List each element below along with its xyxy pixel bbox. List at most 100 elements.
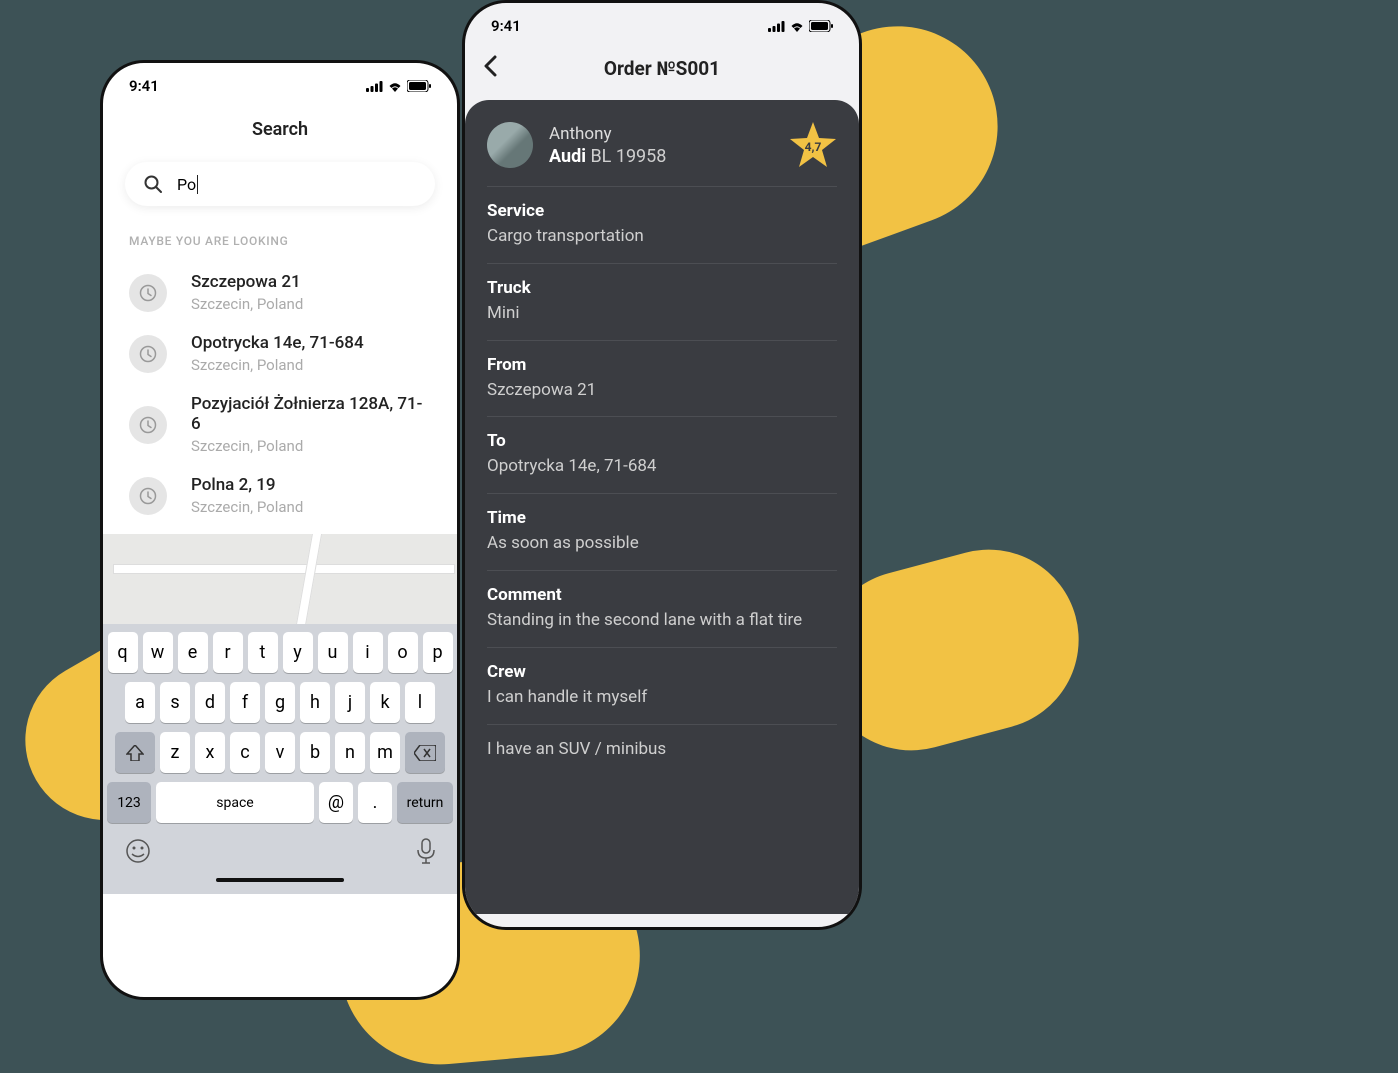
driver-row[interactable]: Anthony Audi BL 19958 4,7 [487,122,837,187]
suggestion-title: Opotrycka 14e, 71-684 [191,333,364,353]
detail-value: Standing in the second lane with a flat … [487,609,837,633]
chevron-left-icon [483,55,497,77]
suggestion-item[interactable]: Polna 2, 19 Szczecin, Poland [103,465,457,526]
letter-key[interactable]: e [178,632,208,673]
order-detail-row: Service Cargo transportation [487,187,837,264]
search-phone-frame: 9:41 Search Po MAYBE YOU ARE LOOKING Szc… [100,60,460,1000]
at-key[interactable]: @ [319,782,353,823]
letter-key[interactable]: x [195,732,225,773]
dot-key[interactable]: . [358,782,392,823]
suggestion-text: Polna 2, 19 Szczecin, Poland [191,475,303,516]
order-body: Anthony Audi BL 19958 4,7 Service Cargo … [465,100,859,914]
page-title: Search [103,101,457,162]
letter-key[interactable]: z [160,732,190,773]
detail-label: From [487,355,837,375]
suggestion-item[interactable]: Opotrycka 14e, 71-684 Szczecin, Poland [103,323,457,384]
home-indicator[interactable] [216,878,344,882]
suggestion-text: Pozyjaciół Żołnierza 128A, 71-6 Szczecin… [191,394,431,455]
letter-key[interactable]: b [300,732,330,773]
shift-icon [126,745,144,761]
rating-value: 4,7 [789,122,837,168]
letter-key[interactable]: q [108,632,138,673]
suggestion-subtitle: Szczecin, Poland [191,437,431,455]
battery-icon [407,80,431,92]
order-phone-frame: 9:41 Order №S001 Anthony Audi BL 19958 [462,0,862,930]
suggestion-text: Opotrycka 14e, 71-684 Szczecin, Poland [191,333,364,374]
driver-name: Anthony [549,124,773,144]
detail-label: To [487,431,837,451]
letter-key[interactable]: p [423,632,453,673]
status-bar: 9:41 [465,3,859,41]
order-detail-row: Comment Standing in the second lane with… [487,571,837,648]
suggestions-hint: MAYBE YOU ARE LOOKING [129,234,431,248]
order-detail-row: Crew I can handle it myself [487,648,837,725]
history-icon [129,477,167,515]
suggestion-item[interactable]: Szczepowa 21 Szczecin, Poland [103,262,457,323]
letter-key[interactable]: v [265,732,295,773]
backspace-key[interactable] [405,732,445,773]
suggestion-text: Szczepowa 21 Szczecin, Poland [191,272,303,313]
detail-label: Time [487,508,837,528]
driver-car: Audi BL 19958 [549,146,773,167]
order-extra-note: I have an SUV / minibus [487,725,837,773]
dictation-key[interactable] [417,838,435,868]
order-title: Order №S001 [604,57,720,80]
return-key[interactable]: return [397,782,453,823]
avatar [487,122,533,168]
microphone-icon [417,838,435,864]
letter-key[interactable]: u [318,632,348,673]
suggestion-item[interactable]: Pozyjaciół Żołnierza 128A, 71-6 Szczecin… [103,384,457,465]
status-icons [768,20,833,32]
letter-key[interactable]: d [195,682,225,723]
order-header: Order №S001 [465,41,859,100]
numeric-key[interactable]: 123 [107,782,151,823]
letter-key[interactable]: r [213,632,243,673]
signal-icon [768,21,785,32]
detail-label: Service [487,201,837,221]
order-detail-row: Truck Mini [487,264,837,341]
letter-key[interactable]: y [283,632,313,673]
suggestion-title: Polna 2, 19 [191,475,303,495]
letter-key[interactable]: s [160,682,190,723]
letter-key[interactable]: o [388,632,418,673]
history-icon [129,335,167,373]
letter-key[interactable]: k [370,682,400,723]
order-detail-row: From Szczepowa 21 [487,341,837,418]
suggestion-subtitle: Szczecin, Poland [191,498,303,516]
letter-key[interactable]: g [265,682,295,723]
emoji-icon [125,838,151,864]
detail-value: Cargo transportation [487,225,837,249]
search-input[interactable]: Po [177,175,198,194]
back-button[interactable] [483,55,497,82]
map-preview[interactable] [103,534,457,624]
letter-key[interactable]: m [370,732,400,773]
shift-key[interactable] [115,732,155,773]
letter-key[interactable]: a [125,682,155,723]
letter-key[interactable]: l [405,682,435,723]
letter-key[interactable]: c [230,732,260,773]
rating-badge: 4,7 [789,122,837,168]
detail-label: Truck [487,278,837,298]
emoji-key[interactable] [125,838,151,868]
space-key[interactable]: space [156,782,314,823]
status-time: 9:41 [129,77,159,95]
status-time: 9:41 [491,17,521,35]
driver-info: Anthony Audi BL 19958 [549,124,773,167]
detail-value: Mini [487,302,837,326]
letter-key[interactable]: j [335,682,365,723]
detail-value: Opotrycka 14e, 71-684 [487,455,837,479]
letter-key[interactable]: t [248,632,278,673]
letter-key[interactable]: h [300,682,330,723]
detail-value: I can handle it myself [487,686,837,710]
letter-key[interactable]: w [143,632,173,673]
suggestion-title: Szczepowa 21 [191,272,303,292]
detail-label: Comment [487,585,837,605]
letter-key[interactable]: i [353,632,383,673]
detail-value: As soon as possible [487,532,837,556]
wifi-icon [387,81,403,92]
order-detail-row: To Opotrycka 14e, 71-684 [487,417,837,494]
suggestion-title: Pozyjaciół Żołnierza 128A, 71-6 [191,394,431,434]
letter-key[interactable]: n [335,732,365,773]
letter-key[interactable]: f [230,682,260,723]
search-field[interactable]: Po [125,162,435,206]
